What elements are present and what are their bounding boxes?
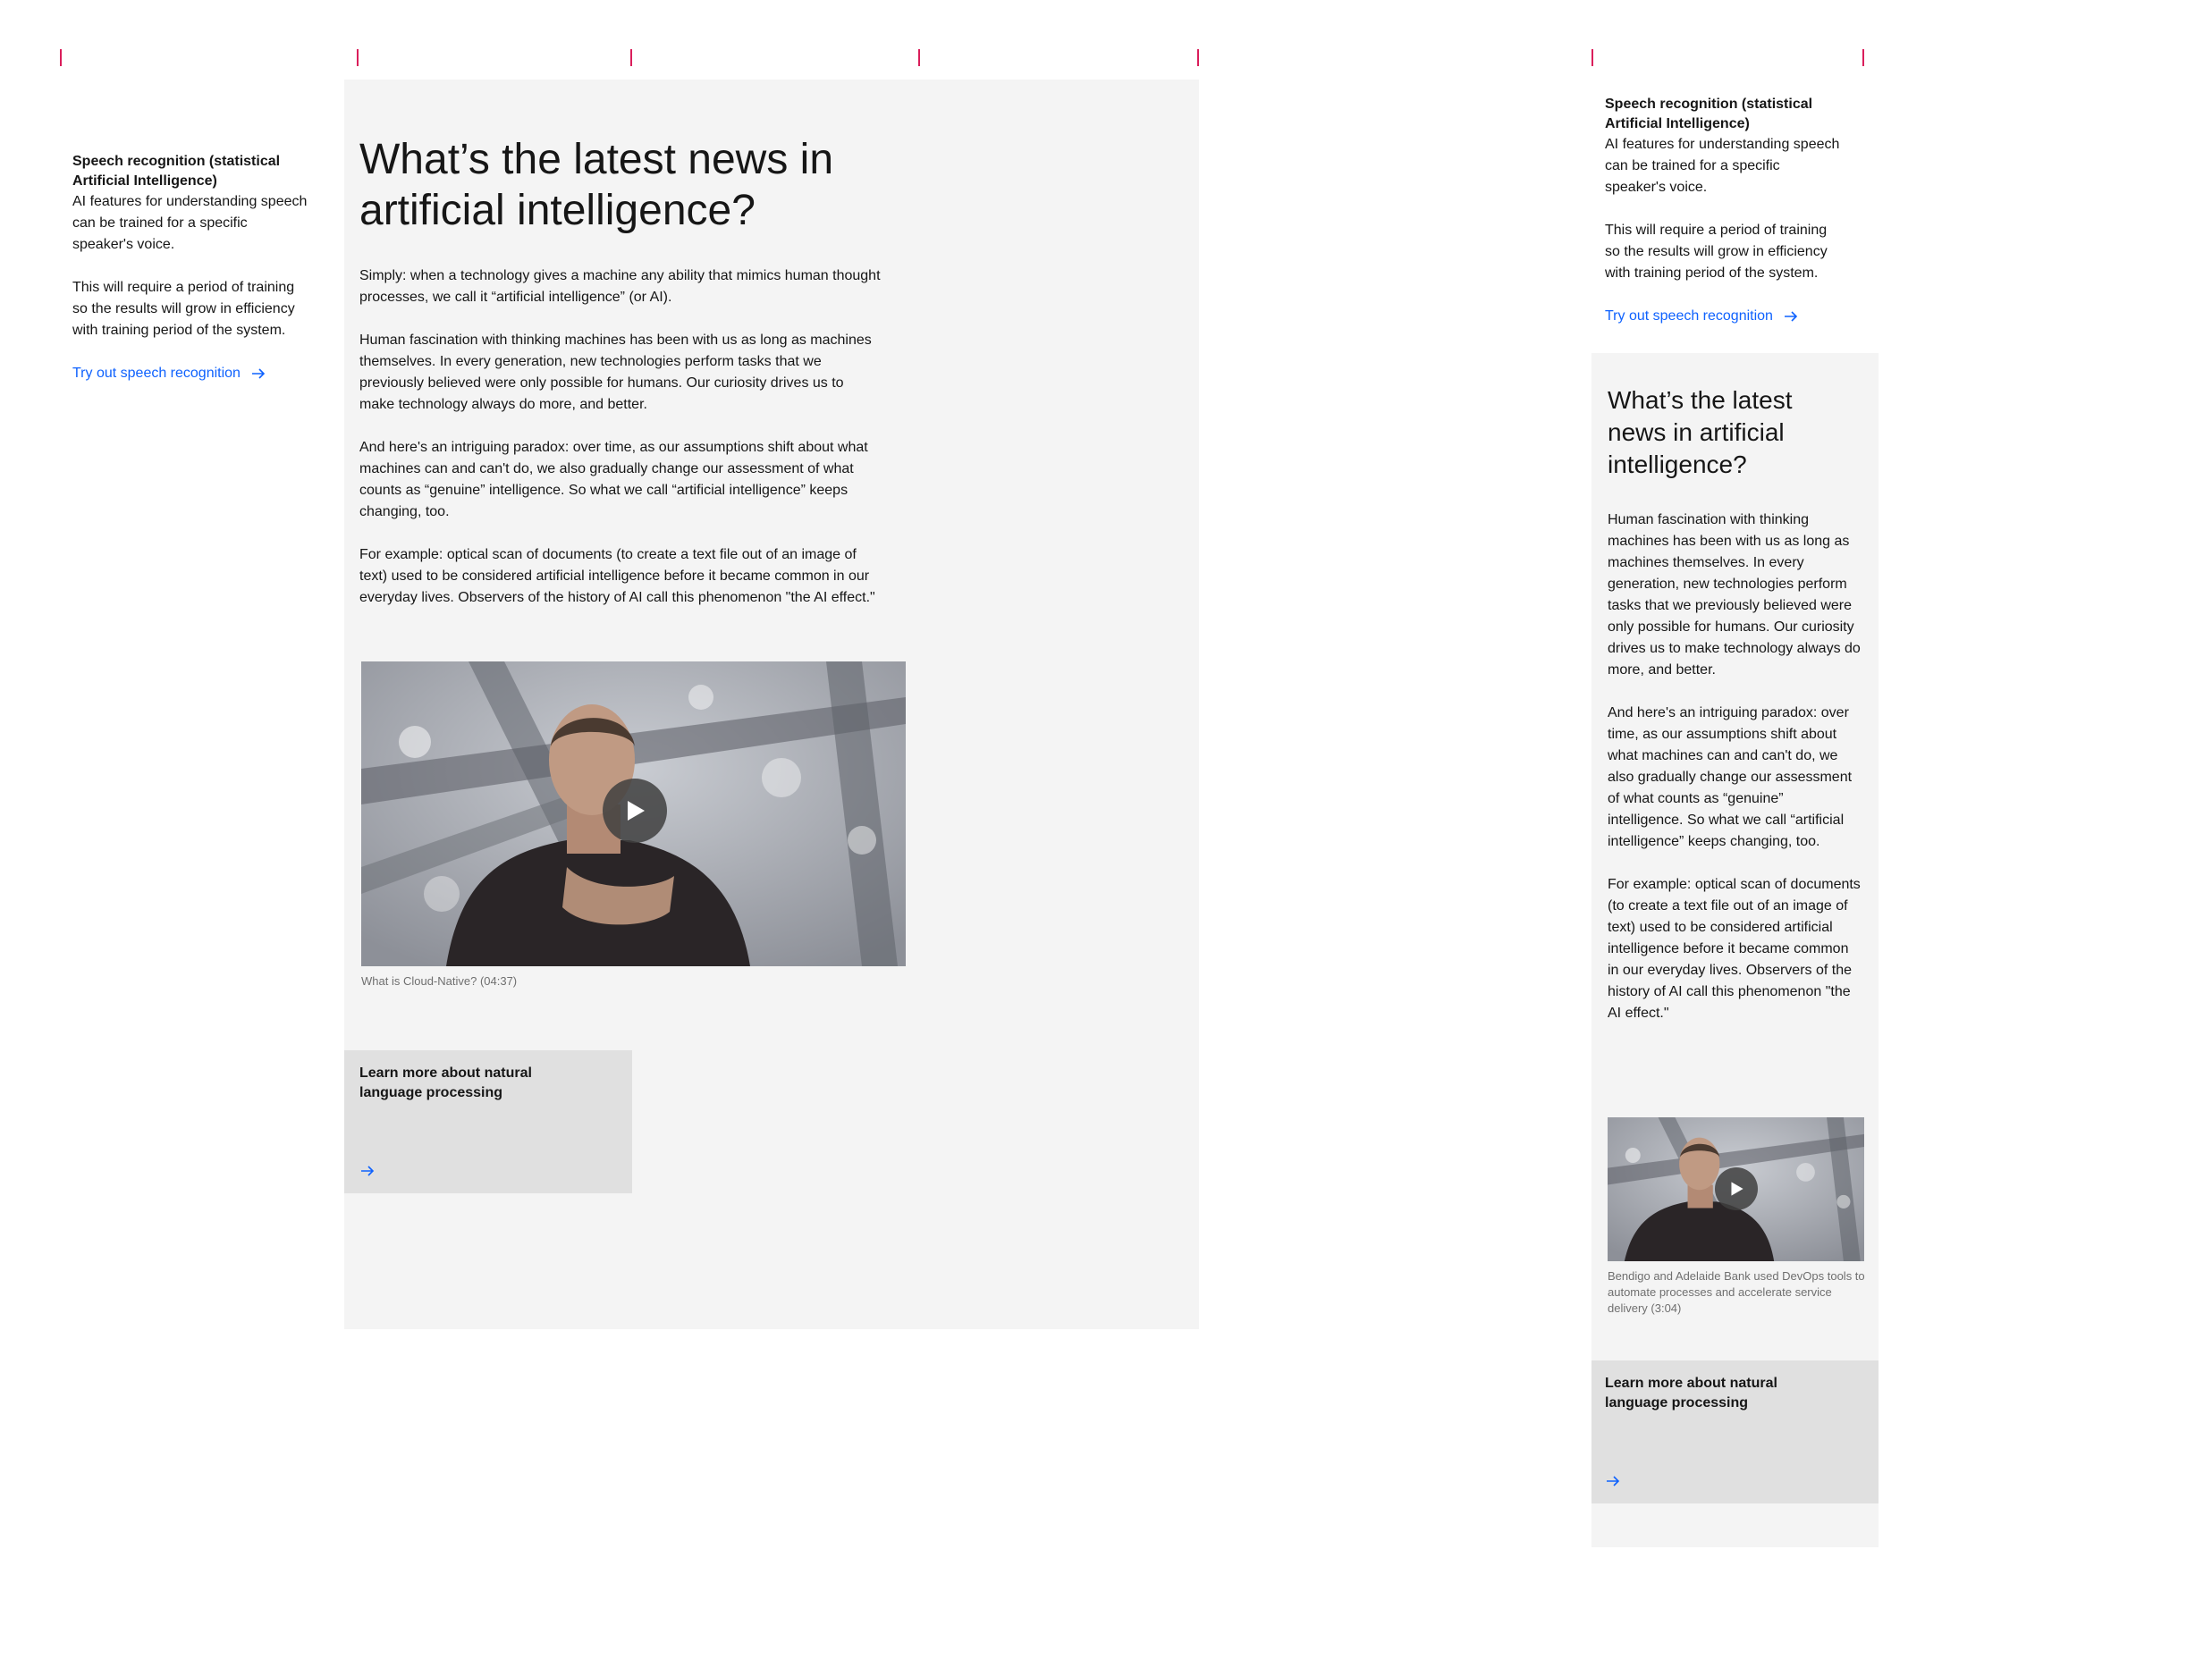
video-caption: Bendigo and Adelaide Bank used DevOps to… (1608, 1269, 1865, 1315)
card-title: Learn more about natural language proces… (359, 1065, 532, 1100)
play-icon (628, 801, 645, 821)
sidebar-title: Speech recognition (statistical Artifici… (1605, 97, 1813, 131)
speech-recognition-link[interactable]: Try out speech recognition (72, 363, 267, 384)
learn-more-card[interactable]: Learn more about natural language proces… (1591, 1360, 1879, 1503)
grid-marker (1591, 49, 1593, 66)
grid-marker (918, 49, 920, 66)
speech-recognition-link-label: Try out speech recognition (72, 366, 241, 381)
article-paragraph: And here's an intriguing paradox: over t… (1608, 705, 1853, 849)
speech-recognition-link[interactable]: Try out speech recognition (1605, 306, 1800, 327)
sidebar-body: This will require a period of training s… (72, 280, 295, 338)
arrow-right-icon (1607, 1476, 1620, 1486)
card-title: Learn more about natural language proces… (1605, 1376, 1777, 1411)
sidebar-body: AI features for understanding speech can… (72, 194, 308, 252)
speech-recognition-link-label: Try out speech recognition (1605, 308, 1773, 324)
article-paragraph: Human fascination with thinking machines… (359, 333, 872, 412)
sidebar-desktop: Speech recognition (statistical Artifici… (72, 152, 309, 384)
learn-more-card[interactable]: Learn more about natural language proces… (344, 1050, 632, 1193)
play-button[interactable] (1715, 1167, 1758, 1210)
video-player-mobile[interactable] (1608, 1117, 1864, 1261)
article-mobile: What’s the latest news in artificial int… (1608, 384, 1862, 1046)
sidebar-title: Speech recognition (statistical Artifici… (72, 154, 281, 189)
grid-marker (357, 49, 359, 66)
video-player[interactable] (361, 661, 906, 966)
article-paragraph: For example: optical scan of documents (… (1608, 877, 1861, 1021)
grid-marker (1862, 49, 1864, 66)
play-icon (1731, 1182, 1743, 1196)
sidebar-mobile: Speech recognition (statistical Artifici… (1605, 95, 1842, 327)
article-paragraph: And here's an intriguing paradox: over t… (359, 440, 868, 519)
grid-marker (60, 49, 62, 66)
arrow-right-icon (251, 368, 266, 379)
video-caption: What is Cloud-Native? (04:37) (361, 974, 518, 988)
play-button[interactable] (603, 779, 667, 843)
sidebar-body: This will require a period of training s… (1605, 223, 1828, 281)
page-title-mobile: What’s the latest news in artificial int… (1608, 386, 1793, 478)
article-desktop: What’s the latest news in artificial int… (359, 134, 882, 630)
page-title: What’s the latest news in artificial int… (359, 136, 834, 234)
grid-marker (630, 49, 632, 66)
grid-marker (1197, 49, 1199, 66)
arrow-right-icon (1784, 311, 1798, 322)
article-paragraph: Simply: when a technology gives a machin… (359, 268, 881, 305)
article-paragraph: For example: optical scan of documents (… (359, 547, 875, 605)
arrow-right-icon (361, 1166, 375, 1176)
sidebar-body: AI features for understanding speech can… (1605, 137, 1840, 195)
article-paragraph: Human fascination with thinking machines… (1608, 512, 1861, 678)
